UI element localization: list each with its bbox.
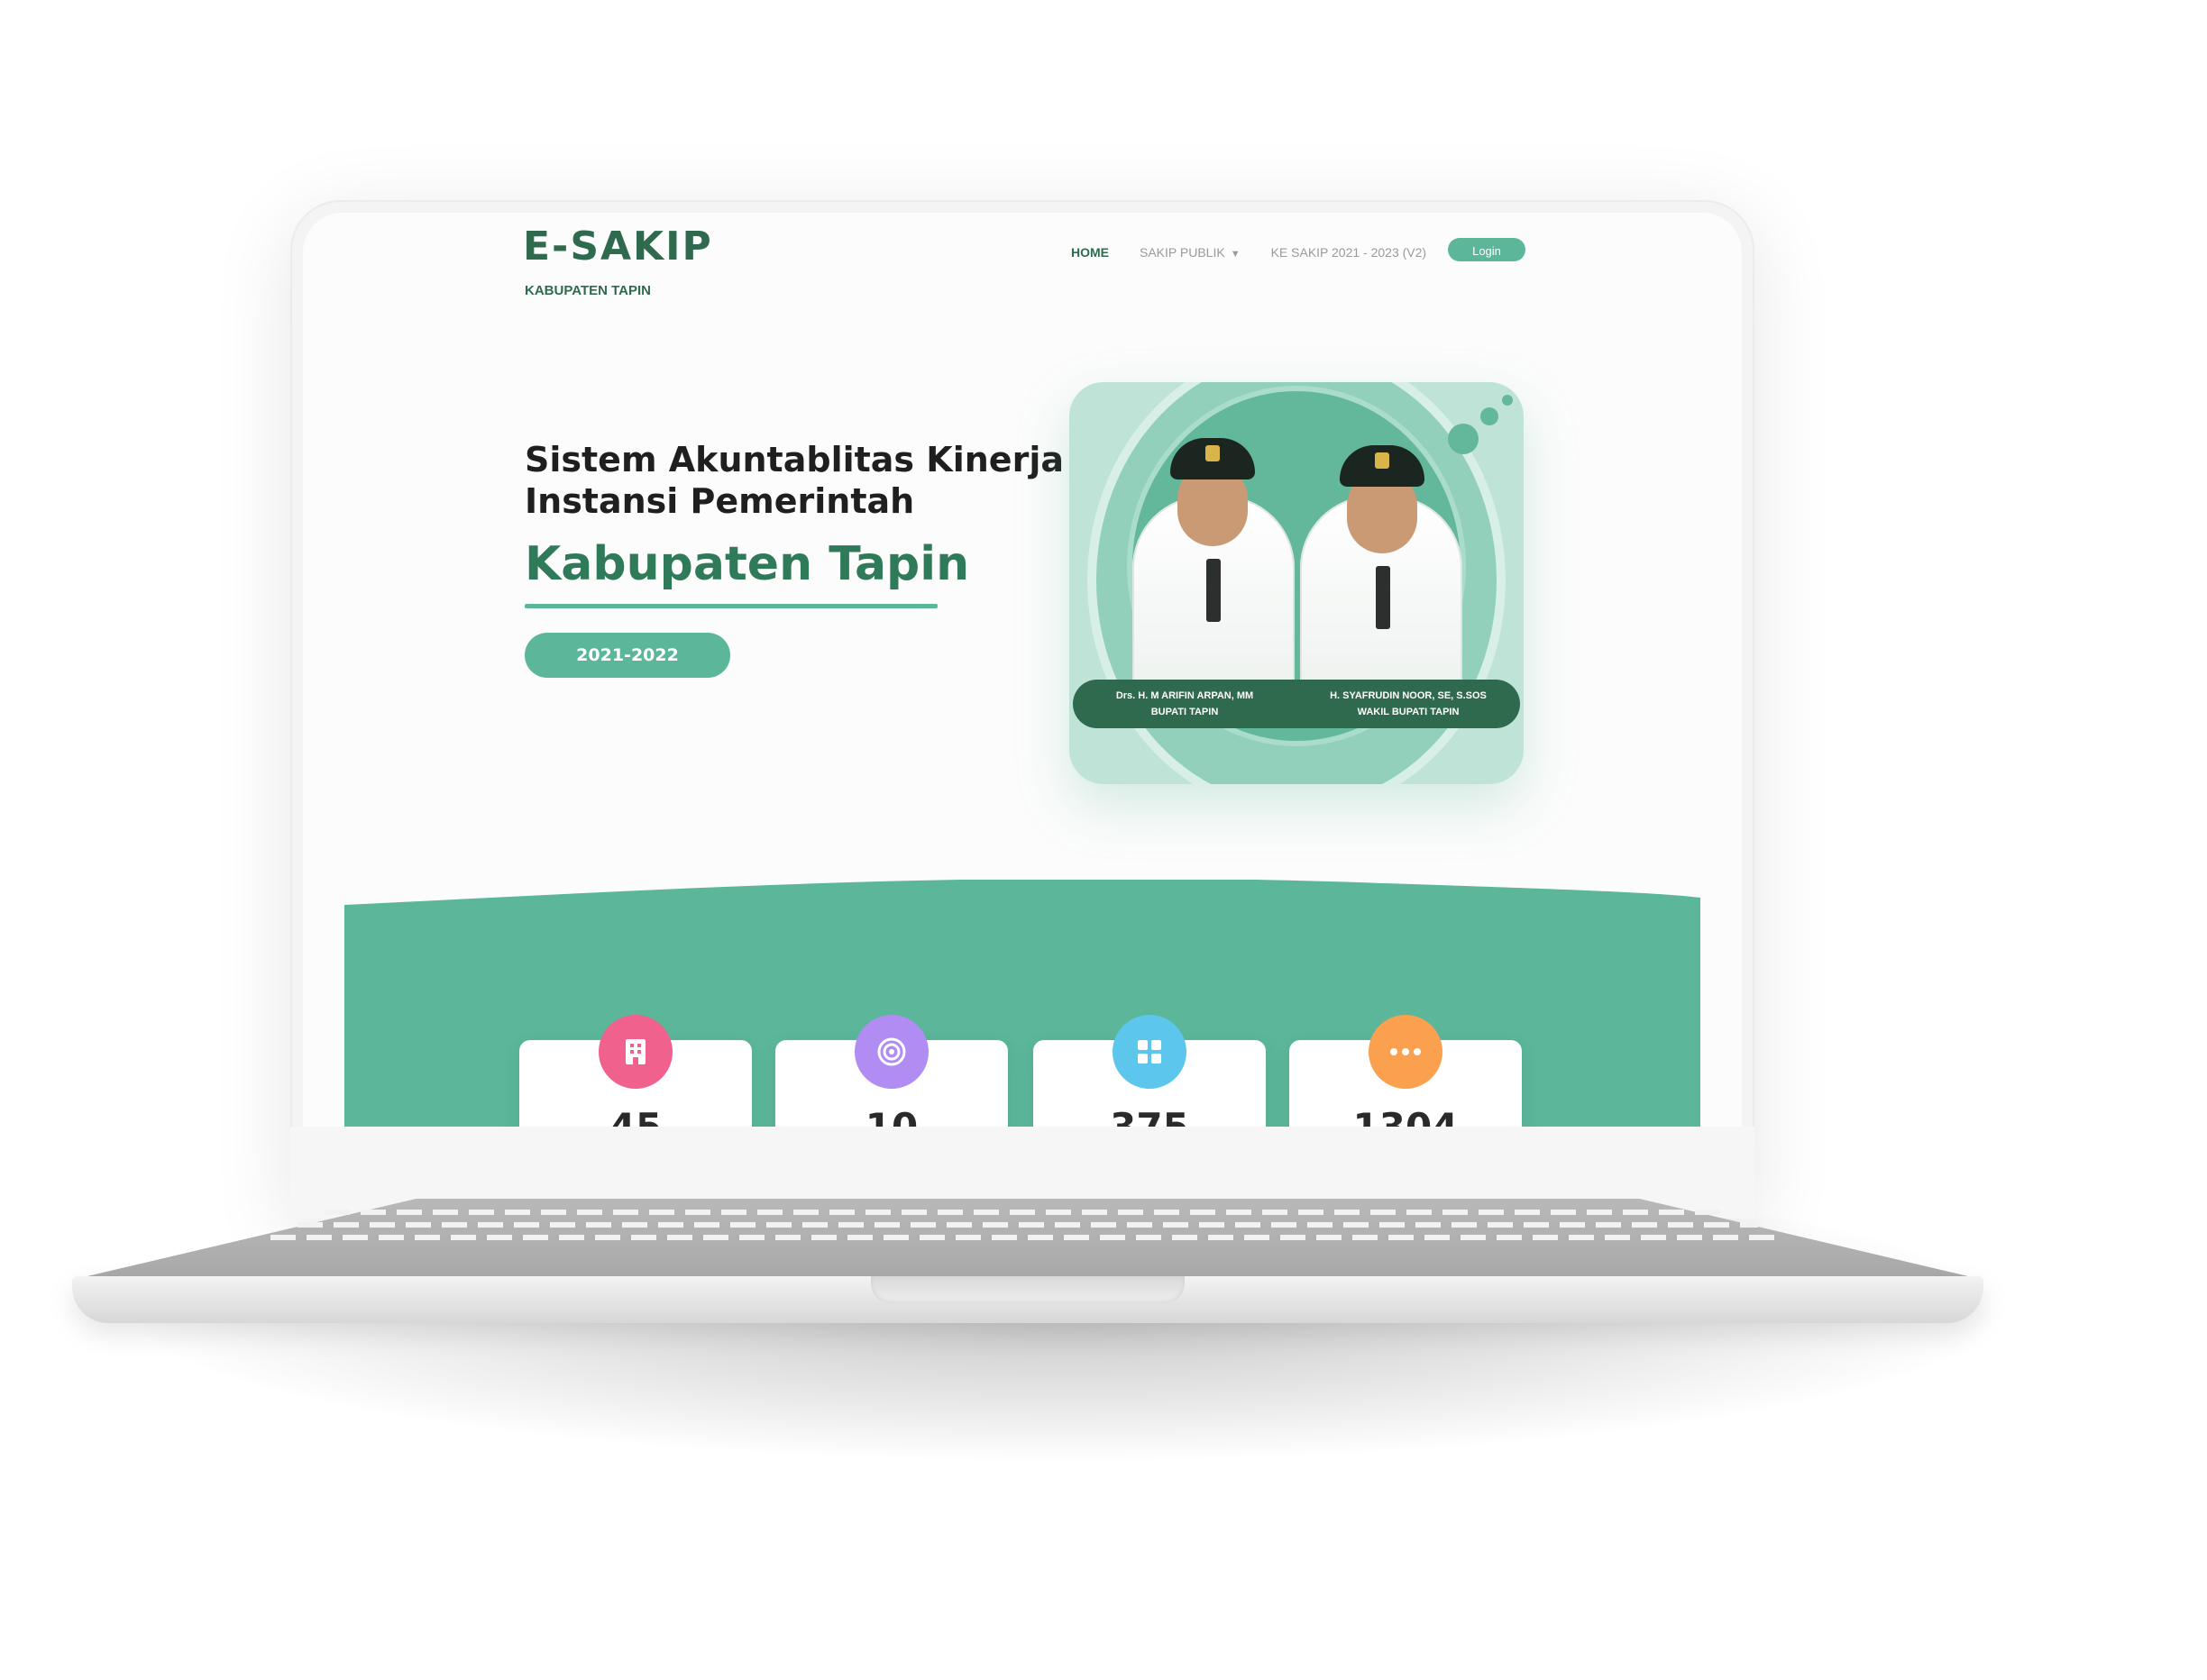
nav-sakip-publik-label: SAKIP PUBLIK (1140, 245, 1225, 260)
keyboard-keys (325, 1210, 1731, 1215)
year-button[interactable]: 2021-2022 (525, 633, 730, 678)
official-caption-1: Drs. H. M ARIFIN ARPAN, MM BUPATI TAPIN (1073, 688, 1296, 720)
nav-sakip-publik[interactable]: SAKIP PUBLIK ▼ (1140, 245, 1241, 260)
laptop-notch (871, 1276, 1185, 1303)
decor-dot (1502, 395, 1513, 406)
officials-photo-card: Drs. H. M ARIFIN ARPAN, MM BUPATI TAPIN … (1069, 382, 1524, 784)
official-caption-2: H. SYAFRUDIN NOOR, SE, S.SOS WAKIL BUPAT… (1296, 688, 1520, 720)
login-button[interactable]: Login (1448, 238, 1525, 261)
hero-region-title: Kabupaten Tapin (525, 537, 970, 591)
official-title: WAKIL BUPATI TAPIN (1357, 707, 1460, 717)
chevron-down-icon: ▼ (1230, 249, 1241, 260)
nav-sakip-v2[interactable]: KE SAKIP 2021 - 2023 (V2) (1271, 245, 1427, 260)
logo-title[interactable]: E-SAKIP (523, 224, 713, 269)
official-title: BUPATI TAPIN (1150, 707, 1219, 717)
stat-value-3: 375 (1033, 1105, 1266, 1127)
target-icon (855, 1015, 929, 1089)
more-icon (1369, 1015, 1442, 1089)
grid-icon (1113, 1015, 1186, 1089)
building-icon (599, 1015, 673, 1089)
main-nav: HOME SAKIP PUBLIK ▼ KE SAKIP 2021 - 2023 … (1071, 245, 1426, 260)
hero-underline (525, 604, 938, 608)
keyboard-keys (270, 1235, 1785, 1240)
keyboard-keys (298, 1222, 1758, 1228)
stat-value-2: 10 (775, 1105, 1008, 1127)
logo-subtitle: KABUPATEN TAPIN (525, 283, 651, 298)
officials-caption-bar: Drs. H. M ARIFIN ARPAN, MM BUPATI TAPIN … (1073, 680, 1520, 728)
laptop-screen: E-SAKIP KABUPATEN TAPIN HOME SAKIP PUBLI… (303, 213, 1742, 1127)
stat-value-1: 45 (519, 1105, 752, 1127)
stat-value-4: 1304 (1289, 1105, 1522, 1127)
official-photo-2 (1300, 440, 1462, 694)
official-photo-1 (1132, 433, 1295, 694)
hero-title-line2: Instansi Pemerintah (525, 481, 915, 521)
hero-title-line1: Sistem Akuntablitas Kinerja (525, 440, 1064, 479)
official-name: H. SYAFRUDIN NOOR, SE, S.SOS (1330, 690, 1487, 701)
nav-home[interactable]: HOME (1071, 245, 1109, 260)
decor-dot (1480, 407, 1498, 425)
official-name: Drs. H. M ARIFIN ARPAN, MM (1115, 690, 1254, 701)
